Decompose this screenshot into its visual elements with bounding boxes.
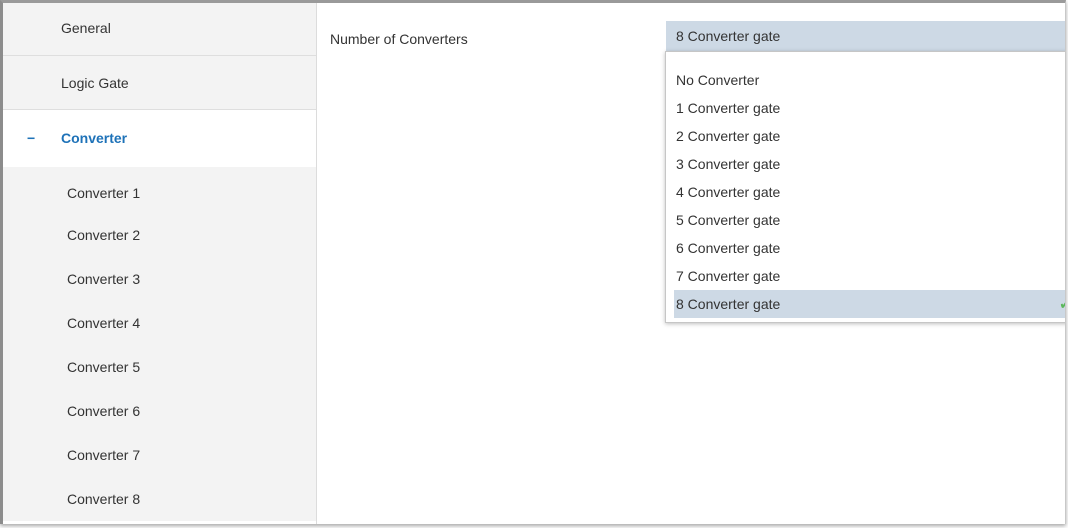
dropdown-option[interactable]: 1 Converter gate	[674, 94, 1065, 122]
sidebar-item-converter-7[interactable]: Converter 7	[3, 433, 316, 477]
sidebar-item-converter-2[interactable]: Converter 2	[3, 213, 316, 257]
sidebar: General Logic Gate − Converter Converter…	[3, 3, 317, 524]
sidebar-item-converter[interactable]: − Converter	[3, 110, 316, 167]
sidebar-item-converter-8[interactable]: Converter 8	[3, 477, 316, 521]
dropdown-list: No Converter 1 Converter gate 2 Converte…	[665, 51, 1065, 323]
sidebar-item-converter-4[interactable]: Converter 4	[3, 301, 316, 345]
converter-sub-list: Converter 1 Converter 2 Converter 3 Conv…	[3, 167, 316, 521]
sidebar-item-label: General	[61, 20, 111, 36]
app-window: General Logic Gate − Converter Converter…	[0, 0, 1066, 524]
sidebar-item-converter-3[interactable]: Converter 3	[3, 257, 316, 301]
number-of-converters-label: Number of Converters	[330, 31, 468, 47]
main-panel: Number of Converters 8 Converter gate No…	[317, 3, 1065, 524]
dropdown-option[interactable]: 3 Converter gate	[674, 150, 1065, 178]
sidebar-item-logic-gate[interactable]: Logic Gate	[3, 56, 316, 110]
dropdown-option-selected[interactable]: 8 Converter gate ✔	[674, 290, 1065, 318]
sidebar-item-general[interactable]: General	[3, 3, 316, 56]
sidebar-item-label: Logic Gate	[61, 75, 129, 91]
dropdown-option[interactable]: 7 Converter gate	[674, 262, 1065, 290]
number-of-converters-select[interactable]: 8 Converter gate	[666, 21, 1065, 51]
sidebar-item-converter-1[interactable]: Converter 1	[3, 167, 316, 213]
dropdown-option[interactable]: 2 Converter gate	[674, 122, 1065, 150]
dropdown-option[interactable]: 6 Converter gate	[674, 234, 1065, 262]
checkmark-icon: ✔	[1059, 290, 1065, 318]
dropdown-option[interactable]: No Converter	[674, 66, 1065, 94]
sidebar-item-converter-5[interactable]: Converter 5	[3, 345, 316, 389]
sidebar-item-label: Converter	[61, 130, 128, 146]
select-value: 8 Converter gate	[676, 28, 781, 44]
sidebar-item-converter-6[interactable]: Converter 6	[3, 389, 316, 433]
dropdown-option[interactable]: 4 Converter gate	[674, 178, 1065, 206]
option-label: 8 Converter gate	[676, 296, 781, 312]
dropdown-option[interactable]: 5 Converter gate	[674, 206, 1065, 234]
collapse-icon[interactable]: −	[27, 110, 35, 167]
